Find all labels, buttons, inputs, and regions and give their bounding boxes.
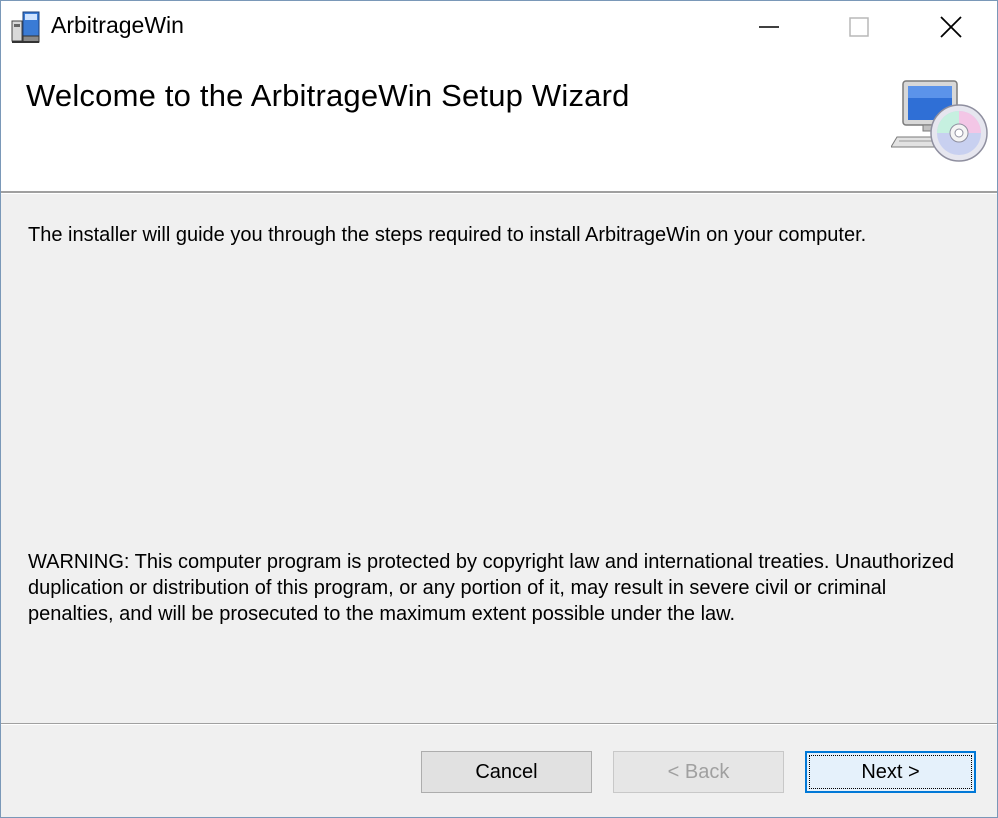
back-button-label: < Back <box>667 760 730 783</box>
setup-wizard-window: ArbitrageWin Welcome to the ArbitrageWin… <box>0 0 998 818</box>
title-bar[interactable]: ArbitrageWin <box>1 1 997 53</box>
maximize-icon <box>849 17 869 37</box>
close-button[interactable] <box>905 1 997 53</box>
installer-package-icon <box>11 11 40 43</box>
page-title: Welcome to the ArbitrageWin Setup Wizard <box>26 78 630 113</box>
cancel-button[interactable]: Cancel <box>421 751 592 793</box>
minimize-button[interactable] <box>723 1 815 53</box>
intro-text: The installer will guide you through the… <box>28 224 867 246</box>
footer-divider <box>1 723 997 725</box>
computer-cd-icon <box>891 80 988 162</box>
header-divider <box>1 191 997 194</box>
minimize-icon <box>759 26 779 28</box>
close-icon <box>940 16 962 38</box>
copyright-warning: WARNING: This computer program is protec… <box>28 551 954 625</box>
wizard-header: Welcome to the ArbitrageWin Setup Wizard <box>1 53 997 191</box>
cancel-button-label: Cancel <box>475 760 538 783</box>
window-title: ArbitrageWin <box>51 12 184 38</box>
next-button[interactable]: Next > <box>805 751 976 793</box>
back-button: < Back <box>613 751 784 793</box>
next-button-label: Next > <box>861 760 920 783</box>
maximize-button <box>813 1 905 53</box>
